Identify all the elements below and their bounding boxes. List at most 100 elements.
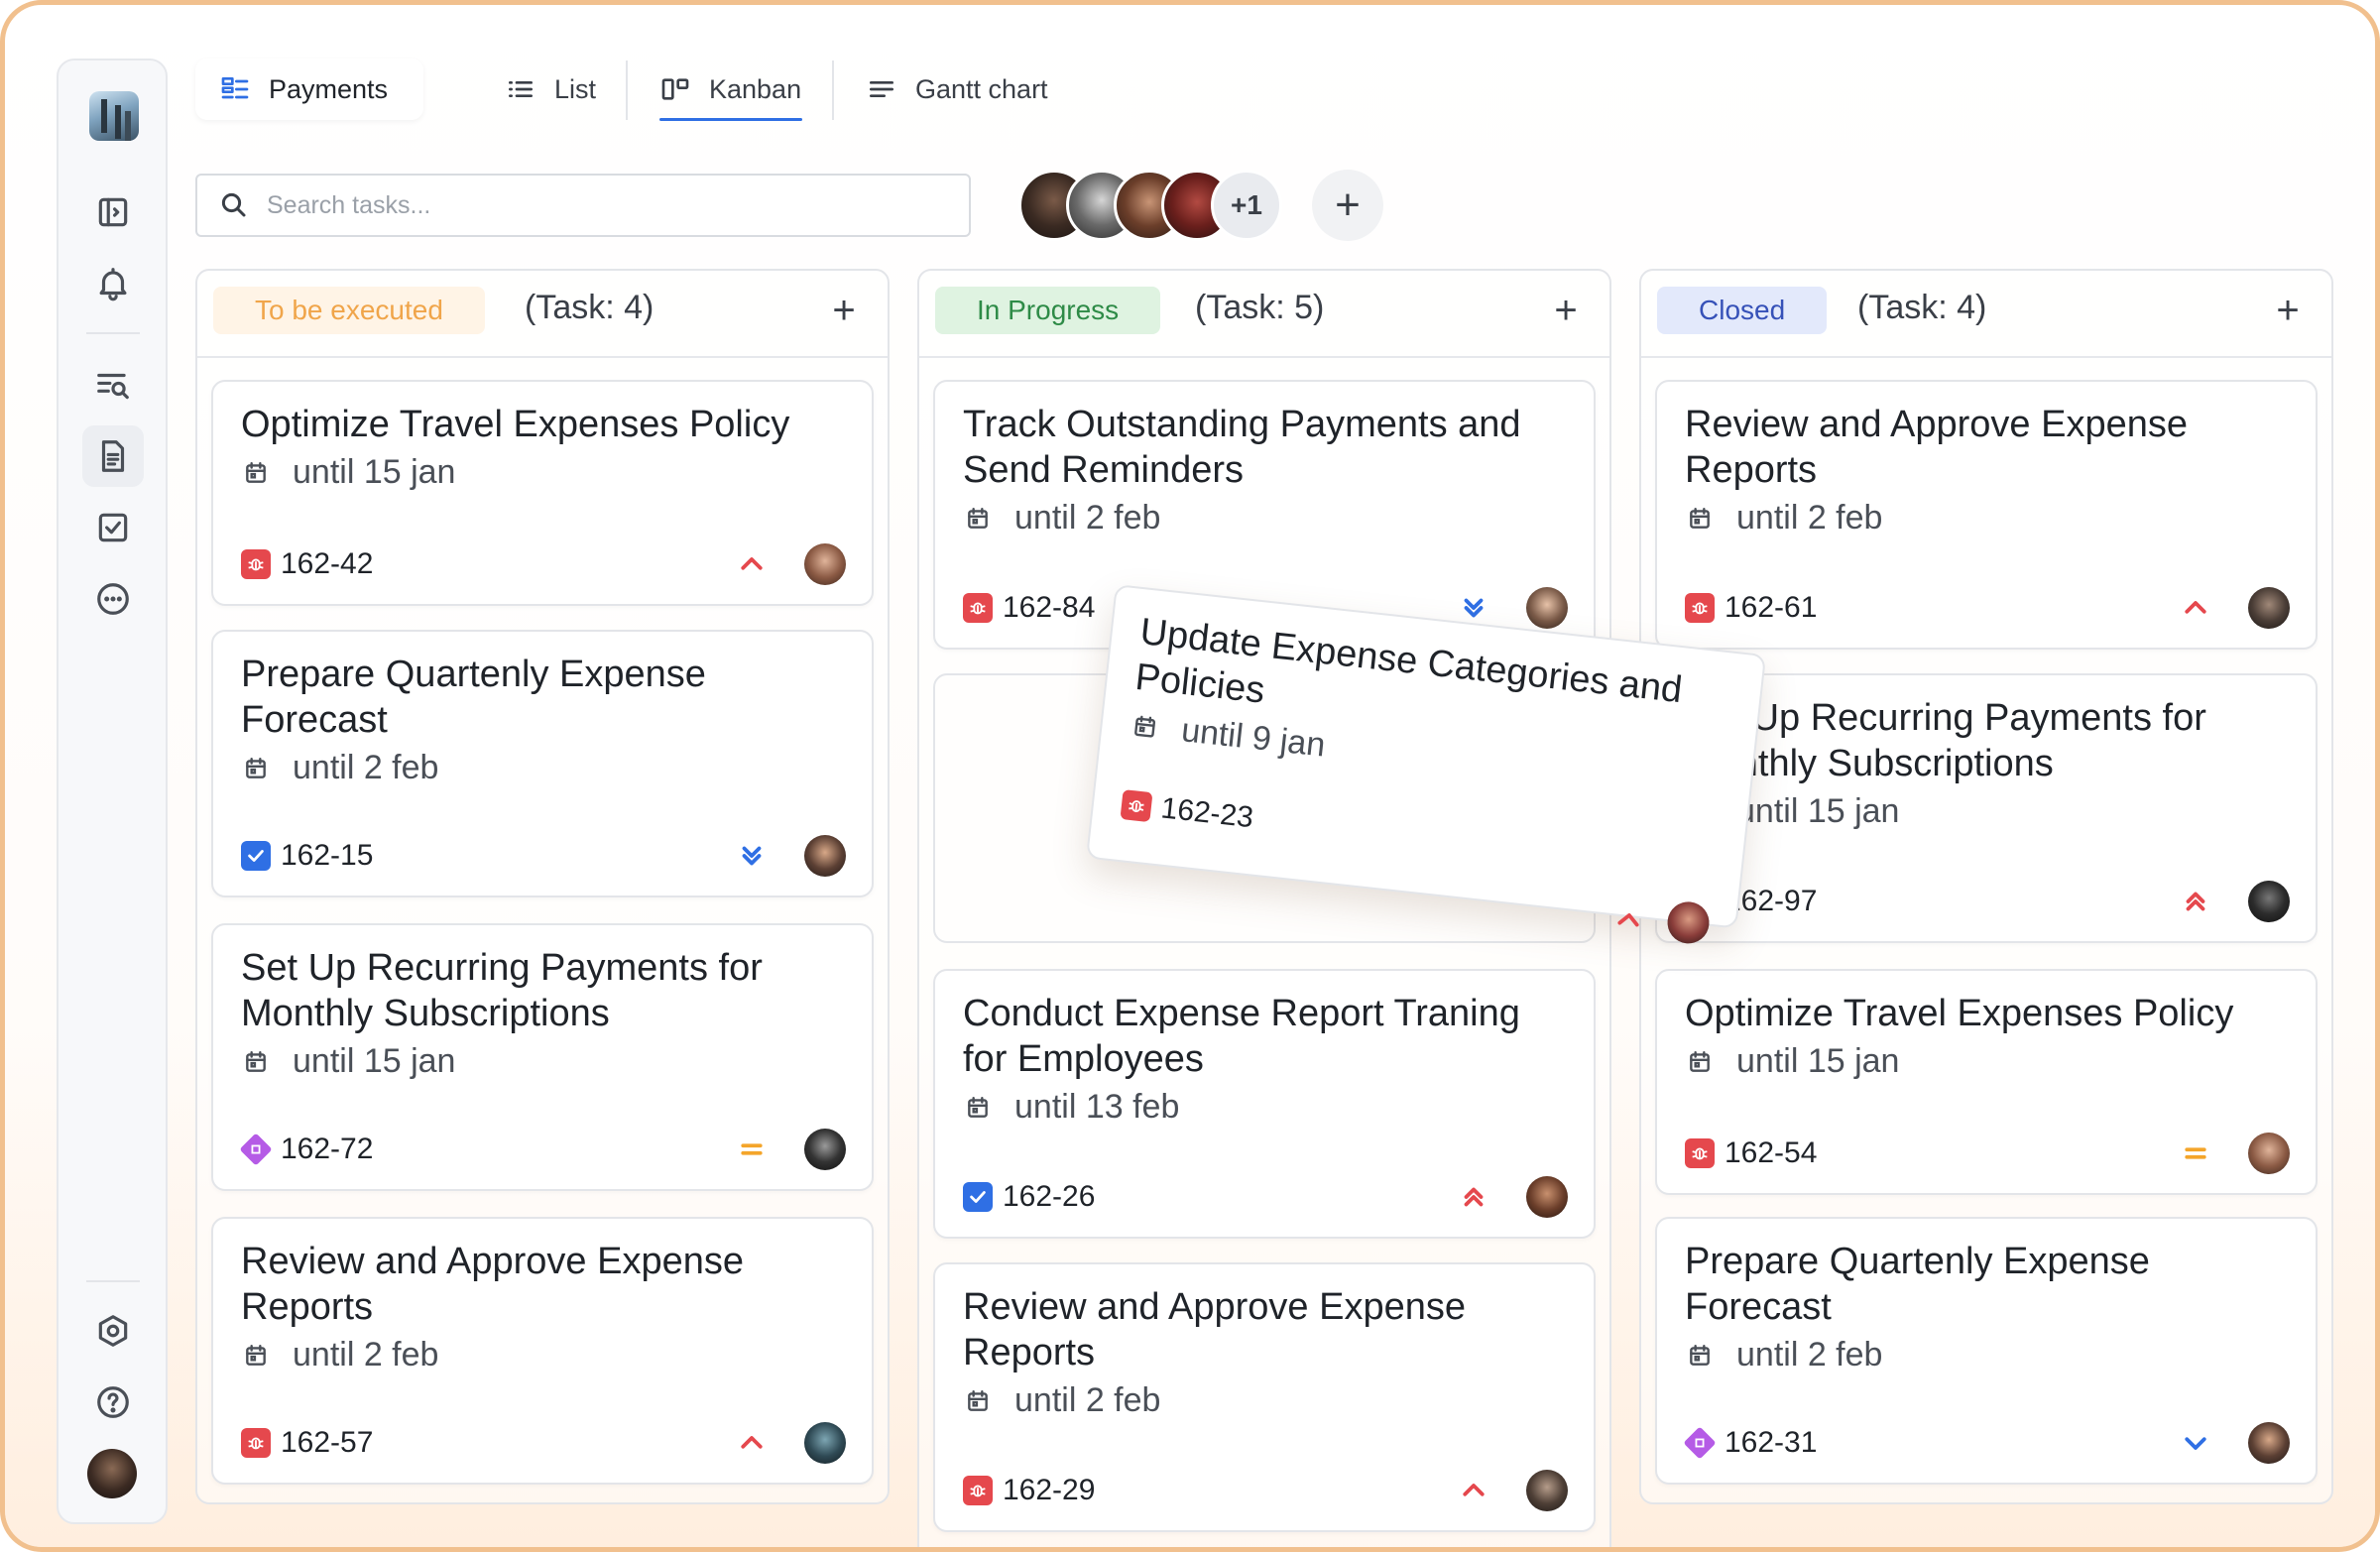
card-footer: 162-29 — [963, 1469, 1568, 1512]
task-card[interactable]: Optimize Travel Expenses Policy until 15… — [211, 380, 874, 606]
sidebar — [57, 59, 168, 1524]
sidebar-divider — [86, 332, 140, 334]
bug-icon — [963, 1476, 993, 1505]
column-header: In Progress (Task: 5) + — [919, 271, 1609, 358]
assignee-avatar[interactable] — [804, 1422, 846, 1464]
due-date-text: until 2 feb — [293, 1336, 439, 1373]
search-icon — [221, 192, 246, 217]
calendar-icon — [1690, 507, 1710, 529]
active-tab-indicator — [659, 118, 802, 121]
due-date-text: until 9 jan — [1179, 711, 1328, 765]
add-task-button[interactable]: + — [2264, 283, 2312, 338]
card-footer: 162-97 — [1685, 880, 2290, 923]
assignee-avatar[interactable] — [804, 543, 846, 585]
board-icon — [221, 77, 249, 99]
assignee-avatar[interactable] — [804, 1129, 846, 1170]
assignee-avatar[interactable] — [1526, 587, 1568, 629]
due-date: until 2 feb — [1687, 499, 1882, 537]
gantt-icon — [870, 81, 893, 97]
task-card[interactable]: Optimize Travel Expenses Policy until 15… — [1655, 969, 2318, 1195]
due-date: until 15 jan — [1687, 1042, 1899, 1081]
due-date: until 2 feb — [243, 1336, 438, 1374]
bug-icon — [241, 1428, 271, 1458]
workspace-logo[interactable] — [89, 91, 139, 141]
assignee-avatar[interactable] — [2248, 881, 2290, 922]
priority-lowest-icon — [1457, 591, 1490, 625]
calendar-icon — [968, 1096, 988, 1118]
due-date-text: until 2 feb — [1736, 1336, 1883, 1373]
card-title: Review and Approve Expense Reports — [1685, 404, 2188, 491]
checkbox-icon[interactable] — [82, 497, 144, 558]
task-key: 162-54 — [1725, 1136, 1818, 1169]
assignee-avatar[interactable] — [1526, 1470, 1568, 1511]
column-to-be-executed: To be executed (Task: 4) + Optimize Trav… — [195, 269, 890, 1504]
priority-lowest-icon — [735, 839, 769, 873]
assignee-avatar[interactable] — [2248, 1422, 2290, 1464]
story-icon — [239, 1133, 273, 1166]
card-footer: 162-15 — [241, 834, 846, 878]
add-task-button[interactable]: + — [1542, 283, 1590, 338]
due-date: until 2 feb — [965, 499, 1160, 537]
column-header: To be executed (Task: 4) + — [197, 271, 888, 358]
card-title: Conduct Expense Report Traning for Emplo… — [963, 993, 1520, 1080]
tab-gantt-chart[interactable]: Gantt chart — [866, 59, 1048, 120]
assignee-avatar[interactable] — [2248, 1133, 2290, 1174]
help-icon[interactable] — [82, 1372, 144, 1433]
sidebar-divider — [86, 1280, 140, 1282]
task-card[interactable]: Prepare Quartenly Expense Forecast until… — [1655, 1217, 2318, 1485]
more-members-badge[interactable]: +1 — [1211, 170, 1282, 241]
card-title: Set Up Recurring Payments for Monthly Su… — [1685, 697, 2206, 784]
due-date-text: until 2 feb — [1014, 499, 1161, 537]
current-user-avatar[interactable] — [87, 1449, 137, 1498]
priority-high-icon — [2179, 591, 2212, 625]
priority-highest-icon — [1457, 1180, 1490, 1214]
column-header: Closed (Task: 4) + — [1641, 271, 2331, 358]
due-date: until 2 feb — [965, 1381, 1160, 1420]
tab-gantt-label: Gantt chart — [915, 73, 1048, 104]
priority-medium-icon — [735, 1133, 769, 1166]
search-list-icon[interactable] — [82, 354, 144, 416]
tab-list[interactable]: List — [505, 59, 596, 120]
due-date-text: until 13 feb — [1014, 1088, 1180, 1126]
status-badge: In Progress — [935, 287, 1161, 334]
tab-separator — [832, 60, 834, 120]
calendar-icon — [968, 1389, 988, 1411]
task-card[interactable]: Review and Approve Expense Reports until… — [933, 1262, 1596, 1532]
search-input[interactable] — [267, 190, 901, 220]
app-window: Payments List Kanban Gantt chart +1 + To… — [0, 0, 2380, 1552]
add-member-button[interactable]: + — [1312, 170, 1383, 241]
task-count: (Task: 4) — [525, 289, 654, 326]
task-card[interactable]: Review and Approve Expense Reports until… — [1655, 380, 2318, 650]
settings-hex-icon[interactable] — [82, 1300, 144, 1362]
task-key: 162-61 — [1725, 591, 1818, 624]
assignee-avatar[interactable] — [2248, 587, 2290, 629]
bell-icon[interactable] — [82, 253, 144, 314]
toggle-sidebar-icon[interactable] — [82, 181, 144, 243]
tab-kanban[interactable]: Kanban — [659, 59, 801, 120]
tab-payments[interactable]: Payments — [195, 59, 423, 120]
column-in-progress: In Progress (Task: 5) + Track Outstandin… — [917, 269, 1611, 1547]
task-card[interactable]: Conduct Expense Report Traning for Emplo… — [933, 969, 1596, 1239]
card-title: Review and Approve Expense Reports — [963, 1286, 1466, 1373]
card-footer: 162-26 — [963, 1175, 1568, 1219]
card-footer: 162-42 — [241, 542, 846, 586]
due-date-text: until 15 jan — [293, 1042, 456, 1080]
assignee-avatar[interactable] — [1526, 1176, 1568, 1218]
add-task-button[interactable]: + — [820, 283, 868, 338]
due-date-text: until 15 jan — [293, 453, 456, 491]
task-card[interactable]: Prepare Quartenly Expense Forecast until… — [211, 630, 874, 897]
bug-icon — [1685, 593, 1715, 623]
status-badge: Closed — [1657, 287, 1828, 334]
priority-high-icon — [1457, 1474, 1490, 1507]
task-key: 162-72 — [281, 1133, 374, 1165]
more-options-icon[interactable] — [82, 568, 144, 630]
assignee-avatar[interactable] — [804, 835, 846, 877]
task-card[interactable]: Review and Approve Expense Reports until… — [211, 1217, 874, 1485]
tab-kanban-label: Kanban — [709, 73, 802, 104]
document-icon[interactable] — [82, 425, 144, 487]
calendar-icon — [1134, 715, 1156, 738]
card-footer: 162-54 — [1685, 1132, 2290, 1175]
task-card[interactable]: Set Up Recurring Payments for Monthly Su… — [211, 923, 874, 1191]
tab-separator — [626, 60, 628, 120]
due-date: until 2 feb — [1687, 1336, 1882, 1374]
